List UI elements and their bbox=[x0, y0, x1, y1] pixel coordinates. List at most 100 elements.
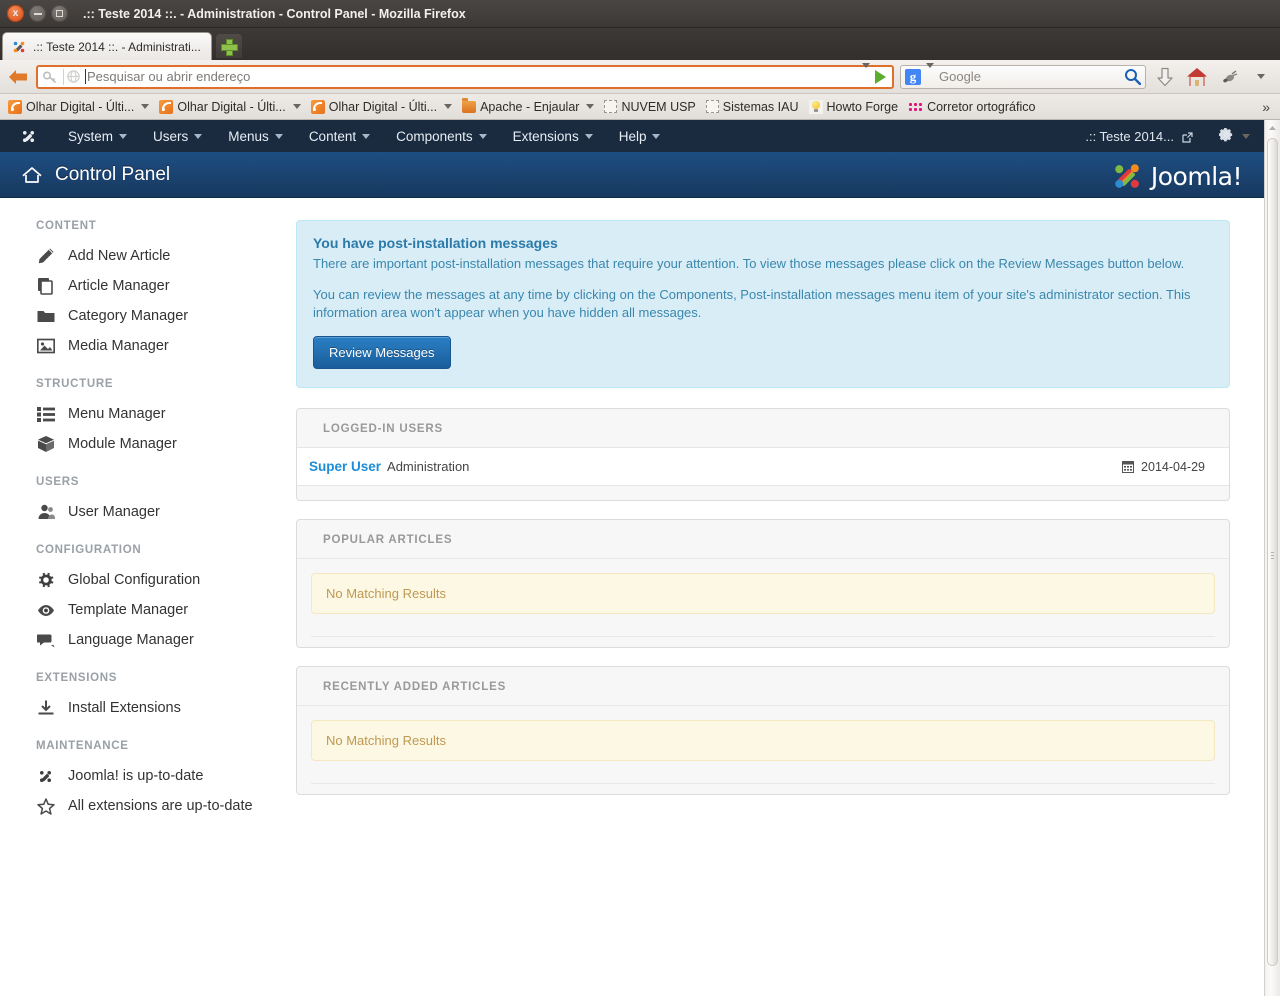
admin-menu-item-system[interactable]: System bbox=[55, 120, 140, 152]
url-input[interactable]: Pesquisar ou abrir endereço bbox=[87, 69, 857, 84]
back-arrow-icon bbox=[9, 69, 27, 84]
sidebar-item-article-manager[interactable]: Article Manager bbox=[36, 271, 296, 301]
vertical-scrollbar[interactable] bbox=[1264, 120, 1280, 996]
chevron-down-icon[interactable] bbox=[444, 104, 453, 109]
sidebar-item-install-extensions[interactable]: Install Extensions bbox=[36, 693, 296, 723]
browser-tab-active[interactable]: .:: Teste 2014 ::. - Administrati... bbox=[2, 32, 212, 60]
chevron-down-icon[interactable] bbox=[292, 104, 301, 109]
bookmark-item[interactable]: Olhar Digital - Últi... bbox=[306, 96, 457, 118]
sidebar-item-template-manager[interactable]: Template Manager bbox=[36, 595, 296, 625]
chevron-down-icon bbox=[119, 133, 128, 139]
popular-articles-panel: POPULAR ARTICLES No Matching Results bbox=[296, 519, 1230, 648]
admin-menu-item-users[interactable]: Users bbox=[140, 120, 215, 152]
rss-icon bbox=[310, 99, 325, 114]
panel-footer-divider bbox=[311, 783, 1215, 784]
window-close-button[interactable]: x bbox=[7, 5, 24, 22]
search-icon[interactable] bbox=[1124, 68, 1142, 86]
google-icon: g bbox=[905, 68, 921, 85]
admin-menu-item-extensions[interactable]: Extensions bbox=[500, 120, 606, 152]
new-tab-button[interactable] bbox=[215, 34, 242, 58]
sidebar-item-menu-manager[interactable]: Menu Manager bbox=[36, 399, 296, 429]
chevron-down-icon bbox=[926, 62, 934, 85]
window-maximize-button[interactable] bbox=[51, 5, 68, 22]
toolbar-overflow-button[interactable] bbox=[1248, 64, 1274, 90]
sidebar-section-heading: MAINTENANCE bbox=[36, 740, 129, 752]
sidebar-section-heading: EXTENSIONS bbox=[36, 672, 118, 684]
list-icon bbox=[36, 405, 55, 424]
sidebar-item-module-manager[interactable]: Module Manager bbox=[36, 429, 296, 459]
bookmark-item[interactable]: Sistemas IAU bbox=[701, 96, 804, 118]
sidebar-item-label: Media Manager bbox=[68, 338, 169, 354]
rss-icon bbox=[8, 99, 22, 114]
sidebar-item-global-configuration[interactable]: Global Configuration bbox=[36, 565, 296, 595]
bookmark-item[interactable]: Olhar Digital - Últi... bbox=[3, 96, 154, 118]
bug-button[interactable] bbox=[1216, 64, 1242, 90]
sidebar-section-heading: USERS bbox=[36, 476, 80, 488]
bookmark-label: Olhar Digital - Últi... bbox=[26, 99, 135, 114]
home-icon bbox=[22, 166, 42, 184]
table-row[interactable]: Super User Administration 2014-04-29 bbox=[297, 447, 1229, 486]
search-bar[interactable]: g Google bbox=[900, 62, 1146, 89]
scrollbar-thumb[interactable] bbox=[1267, 138, 1278, 966]
chevron-down-icon bbox=[1257, 74, 1265, 79]
chevron-down-icon[interactable] bbox=[586, 104, 595, 109]
admin-main-content: You have post-installation messages Ther… bbox=[296, 220, 1280, 996]
sidebar-section-heading: CONTENT bbox=[36, 220, 97, 232]
bookmark-label: Sistemas IAU bbox=[722, 99, 799, 114]
chevron-down-icon bbox=[362, 133, 371, 139]
bookmark-item[interactable]: Olhar Digital - Últi... bbox=[154, 96, 305, 118]
search-engine-dropdown[interactable] bbox=[926, 62, 934, 86]
url-history-dropdown[interactable] bbox=[862, 62, 870, 86]
chevron-down-icon bbox=[194, 133, 203, 139]
sidebar-item-category-manager[interactable]: Category Manager bbox=[36, 301, 296, 331]
search-input[interactable]: Google bbox=[939, 69, 1124, 84]
url-bar[interactable]: Pesquisar ou abrir endereço bbox=[36, 62, 894, 89]
window-title: .:: Teste 2014 ::. - Administration - Co… bbox=[83, 6, 466, 21]
go-icon[interactable] bbox=[875, 69, 886, 84]
sidebar-item-joomla-is-up-to-date[interactable]: Joomla! is up-to-date bbox=[36, 761, 296, 791]
sidebar-item-media-manager[interactable]: Media Manager bbox=[36, 331, 296, 361]
admin-menu-bar: System Users Menus Content Components Extensi… bbox=[0, 120, 1280, 152]
site-name-label[interactable]: .:: Teste 2014... bbox=[1085, 129, 1174, 144]
bookmark-label: NUVEM USP bbox=[621, 99, 696, 114]
panel-body: No Matching Results bbox=[297, 558, 1229, 614]
admin-menu-item-help[interactable]: Help bbox=[606, 120, 674, 152]
chevron-down-icon bbox=[478, 133, 487, 139]
sidebar-item-add-new-article[interactable]: Add New Article bbox=[36, 241, 296, 271]
alert-paragraph-2: You can review the messages at any time … bbox=[313, 287, 1191, 320]
user-link[interactable]: Super User bbox=[309, 459, 381, 474]
window-titlebar: x .:: Teste 2014 ::. - Administration - … bbox=[0, 0, 1280, 28]
review-messages-button[interactable]: Review Messages bbox=[313, 336, 451, 369]
admin-menu-item-content[interactable]: Content bbox=[296, 120, 383, 152]
bookmarks-overflow-button[interactable]: » bbox=[1255, 99, 1277, 115]
sidebar-item-label: Language Manager bbox=[68, 632, 194, 648]
chevron-down-icon[interactable] bbox=[1242, 133, 1250, 139]
bookmark-item[interactable]: NUVEM USP bbox=[599, 96, 700, 118]
bookmark-item[interactable]: Apache - Enjaular bbox=[457, 96, 599, 118]
sidebar-item-user-manager[interactable]: User Manager bbox=[36, 497, 296, 527]
panel-title: LOGGED-IN USERS bbox=[323, 423, 443, 435]
sidebar-item-label: Global Configuration bbox=[68, 572, 201, 588]
scroll-up-button[interactable] bbox=[1265, 120, 1280, 136]
bookmark-item[interactable]: Corretor ortográfico bbox=[903, 96, 1040, 118]
chevron-down-icon bbox=[584, 133, 593, 139]
joomla-logo-icon[interactable] bbox=[20, 128, 37, 145]
chevron-down-icon[interactable] bbox=[141, 104, 150, 109]
sidebar-item-label: All extensions are up-to-date bbox=[68, 798, 253, 814]
back-button[interactable] bbox=[6, 65, 30, 89]
sidebar-item-language-manager[interactable]: Language Manager bbox=[36, 625, 296, 655]
bookmark-item[interactable]: Howto Forge bbox=[804, 96, 904, 118]
empty-state-message: No Matching Results bbox=[311, 573, 1215, 614]
copy-icon bbox=[36, 277, 55, 296]
external-link-icon[interactable] bbox=[1182, 131, 1193, 143]
window-minimize-button[interactable] bbox=[29, 5, 46, 22]
sidebar-item-all-extensions-are-up-to-date[interactable]: All extensions are up-to-date bbox=[36, 791, 296, 821]
home-button[interactable] bbox=[1184, 64, 1210, 90]
gear-icon[interactable] bbox=[1218, 127, 1234, 145]
browser-tabstrip: .:: Teste 2014 ::. - Administrati... bbox=[0, 28, 1280, 60]
admin-menu-item-components[interactable]: Components bbox=[383, 120, 500, 152]
scrollbar-grip bbox=[1271, 552, 1274, 559]
downloads-button[interactable] bbox=[1152, 64, 1178, 90]
admin-menu-item-menus[interactable]: Menus bbox=[215, 120, 296, 152]
bookmark-label: Olhar Digital - Últi... bbox=[328, 99, 438, 114]
